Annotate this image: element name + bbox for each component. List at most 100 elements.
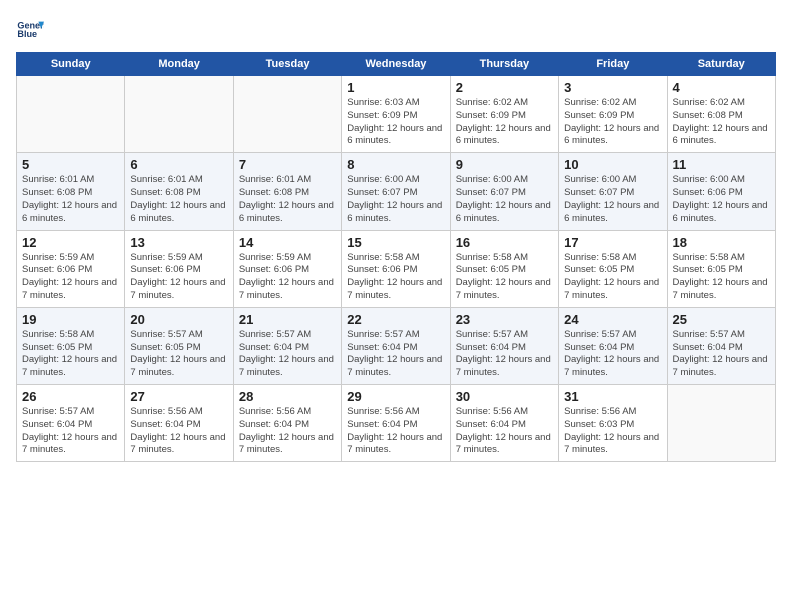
calendar: SundayMondayTuesdayWednesdayThursdayFrid…: [16, 52, 776, 462]
calendar-week-row: 26 Sunrise: 5:57 AMSunset: 6:04 PMDayligh…: [17, 385, 776, 462]
day-number: 17: [564, 235, 661, 250]
calendar-cell: [233, 76, 341, 153]
calendar-cell: 21Sunrise: 5:57 AMSunset: 6:04 PMDayligh…: [233, 307, 341, 384]
day-info: Sunrise: 6:02 AMSunset: 6:09 PMDaylight:…: [564, 97, 661, 148]
calendar-cell: 13Sunrise: 5:59 AMSunset: 6:06 PMDayligh…: [125, 230, 233, 307]
calendar-cell: 23Sunrise: 5:57 AMSunset: 6:04 PMDayligh…: [450, 307, 558, 384]
day-info: Sunrise: 5:58 AMSunset: 6:05 PMDaylight:…: [564, 252, 661, 303]
calendar-week-row: 1 Sunrise: 6:03 AMSunset: 6:09 PMDaylight…: [17, 76, 776, 153]
calendar-week-row: 19 Sunrise: 5:58 AMSunset: 6:05 PMDayligh…: [17, 307, 776, 384]
calendar-cell: 28Sunrise: 5:56 AMSunset: 6:04 PMDayligh…: [233, 385, 341, 462]
day-info: Sunrise: 5:56 AMSunset: 6:04 PMDaylight:…: [347, 406, 444, 457]
day-number: 19: [22, 312, 119, 327]
day-number: 6: [130, 157, 227, 172]
calendar-cell: 7Sunrise: 6:01 AMSunset: 6:08 PMDaylight…: [233, 153, 341, 230]
calendar-cell: 18 Sunrise: 5:58 AMSunset: 6:05 PMDayligh…: [667, 230, 775, 307]
calendar-cell: 14 Sunrise: 5:59 AMSunset: 6:06 PMDayligh…: [233, 230, 341, 307]
logo-icon: General Blue: [16, 16, 44, 44]
day-number: 15: [347, 235, 444, 250]
day-info: Sunrise: 5:57 AMSunset: 6:04 PMDaylight:…: [347, 329, 444, 380]
day-number: 22: [347, 312, 444, 327]
calendar-cell: 10Sunrise: 6:00 AMSunset: 6:07 PMDayligh…: [559, 153, 667, 230]
calendar-cell: 15 Sunrise: 5:58 AMSunset: 6:06 PMDayligh…: [342, 230, 450, 307]
day-number: 13: [130, 235, 227, 250]
day-header-saturday: Saturday: [667, 53, 775, 76]
calendar-cell: [125, 76, 233, 153]
calendar-cell: 5 Sunrise: 6:01 AMSunset: 6:08 PMDaylight…: [17, 153, 125, 230]
day-header-friday: Friday: [559, 53, 667, 76]
day-info: Sunrise: 6:03 AMSunset: 6:09 PMDaylight:…: [347, 97, 444, 148]
calendar-cell: 11 Sunrise: 6:00 AMSunset: 6:06 PMDayligh…: [667, 153, 775, 230]
day-number: 2: [456, 80, 553, 95]
day-header-wednesday: Wednesday: [342, 53, 450, 76]
calendar-cell: 27 Sunrise: 5:56 AMSunset: 6:04 PMDayligh…: [125, 385, 233, 462]
calendar-week-row: 12 Sunrise: 5:59 AMSunset: 6:06 PMDayligh…: [17, 230, 776, 307]
day-number: 12: [22, 235, 119, 250]
logo: General Blue: [16, 16, 46, 44]
calendar-cell: 12 Sunrise: 5:59 AMSunset: 6:06 PMDayligh…: [17, 230, 125, 307]
day-number: 23: [456, 312, 553, 327]
day-number: 20: [130, 312, 227, 327]
header: General Blue: [16, 16, 776, 44]
day-info: Sunrise: 5:58 AMSunset: 6:05 PMDaylight:…: [673, 252, 770, 303]
calendar-cell: [17, 76, 125, 153]
calendar-cell: 31Sunrise: 5:56 AMSunset: 6:03 PMDayligh…: [559, 385, 667, 462]
day-number: 14: [239, 235, 336, 250]
day-number: 5: [22, 157, 119, 172]
day-info: Sunrise: 5:56 AMSunset: 6:04 PMDaylight:…: [456, 406, 553, 457]
day-number: 11: [673, 157, 770, 172]
day-number: 29: [347, 389, 444, 404]
day-number: 9: [456, 157, 553, 172]
day-info: Sunrise: 5:58 AMSunset: 6:05 PMDaylight:…: [22, 329, 119, 380]
day-info: Sunrise: 5:59 AMSunset: 6:06 PMDaylight:…: [22, 252, 119, 303]
day-number: 8: [347, 157, 444, 172]
day-info: Sunrise: 5:57 AMSunset: 6:05 PMDaylight:…: [130, 329, 227, 380]
day-info: Sunrise: 6:00 AMSunset: 6:07 PMDaylight:…: [456, 174, 553, 225]
day-header-thursday: Thursday: [450, 53, 558, 76]
calendar-cell: 29 Sunrise: 5:56 AMSunset: 6:04 PMDayligh…: [342, 385, 450, 462]
calendar-cell: [667, 385, 775, 462]
calendar-cell: 4 Sunrise: 6:02 AMSunset: 6:08 PMDaylight…: [667, 76, 775, 153]
day-info: Sunrise: 6:00 AMSunset: 6:06 PMDaylight:…: [673, 174, 770, 225]
day-number: 25: [673, 312, 770, 327]
day-info: Sunrise: 6:02 AMSunset: 6:08 PMDaylight:…: [673, 97, 770, 148]
day-info: Sunrise: 6:01 AMSunset: 6:08 PMDaylight:…: [130, 174, 227, 225]
calendar-cell: 19 Sunrise: 5:58 AMSunset: 6:05 PMDayligh…: [17, 307, 125, 384]
calendar-cell: 1 Sunrise: 6:03 AMSunset: 6:09 PMDaylight…: [342, 76, 450, 153]
day-header-sunday: Sunday: [17, 53, 125, 76]
day-info: Sunrise: 6:00 AMSunset: 6:07 PMDaylight:…: [347, 174, 444, 225]
calendar-header-row: SundayMondayTuesdayWednesdayThursdayFrid…: [17, 53, 776, 76]
day-number: 28: [239, 389, 336, 404]
day-number: 18: [673, 235, 770, 250]
day-number: 30: [456, 389, 553, 404]
day-number: 21: [239, 312, 336, 327]
day-number: 26: [22, 389, 119, 404]
day-header-monday: Monday: [125, 53, 233, 76]
day-info: Sunrise: 5:57 AMSunset: 6:04 PMDaylight:…: [22, 406, 119, 457]
calendar-cell: 30 Sunrise: 5:56 AMSunset: 6:04 PMDayligh…: [450, 385, 558, 462]
day-number: 3: [564, 80, 661, 95]
day-info: Sunrise: 5:56 AMSunset: 6:04 PMDaylight:…: [130, 406, 227, 457]
day-info: Sunrise: 5:56 AMSunset: 6:03 PMDaylight:…: [564, 406, 661, 457]
day-info: Sunrise: 5:59 AMSunset: 6:06 PMDaylight:…: [239, 252, 336, 303]
day-info: Sunrise: 6:01 AMSunset: 6:08 PMDaylight:…: [22, 174, 119, 225]
calendar-cell: 9 Sunrise: 6:00 AMSunset: 6:07 PMDaylight…: [450, 153, 558, 230]
day-info: Sunrise: 5:58 AMSunset: 6:05 PMDaylight:…: [456, 252, 553, 303]
calendar-cell: 25 Sunrise: 5:57 AMSunset: 6:04 PMDayligh…: [667, 307, 775, 384]
day-number: 24: [564, 312, 661, 327]
calendar-cell: 8 Sunrise: 6:00 AMSunset: 6:07 PMDaylight…: [342, 153, 450, 230]
day-info: Sunrise: 5:58 AMSunset: 6:06 PMDaylight:…: [347, 252, 444, 303]
day-info: Sunrise: 5:57 AMSunset: 6:04 PMDaylight:…: [673, 329, 770, 380]
day-info: Sunrise: 6:01 AMSunset: 6:08 PMDaylight:…: [239, 174, 336, 225]
svg-text:Blue: Blue: [17, 29, 37, 39]
calendar-week-row: 5 Sunrise: 6:01 AMSunset: 6:08 PMDaylight…: [17, 153, 776, 230]
day-number: 1: [347, 80, 444, 95]
calendar-cell: 6 Sunrise: 6:01 AMSunset: 6:08 PMDaylight…: [125, 153, 233, 230]
day-info: Sunrise: 5:57 AMSunset: 6:04 PMDaylight:…: [564, 329, 661, 380]
calendar-cell: 16 Sunrise: 5:58 AMSunset: 6:05 PMDayligh…: [450, 230, 558, 307]
calendar-cell: 22 Sunrise: 5:57 AMSunset: 6:04 PMDayligh…: [342, 307, 450, 384]
calendar-cell: 26 Sunrise: 5:57 AMSunset: 6:04 PMDayligh…: [17, 385, 125, 462]
day-number: 4: [673, 80, 770, 95]
day-number: 16: [456, 235, 553, 250]
day-number: 27: [130, 389, 227, 404]
